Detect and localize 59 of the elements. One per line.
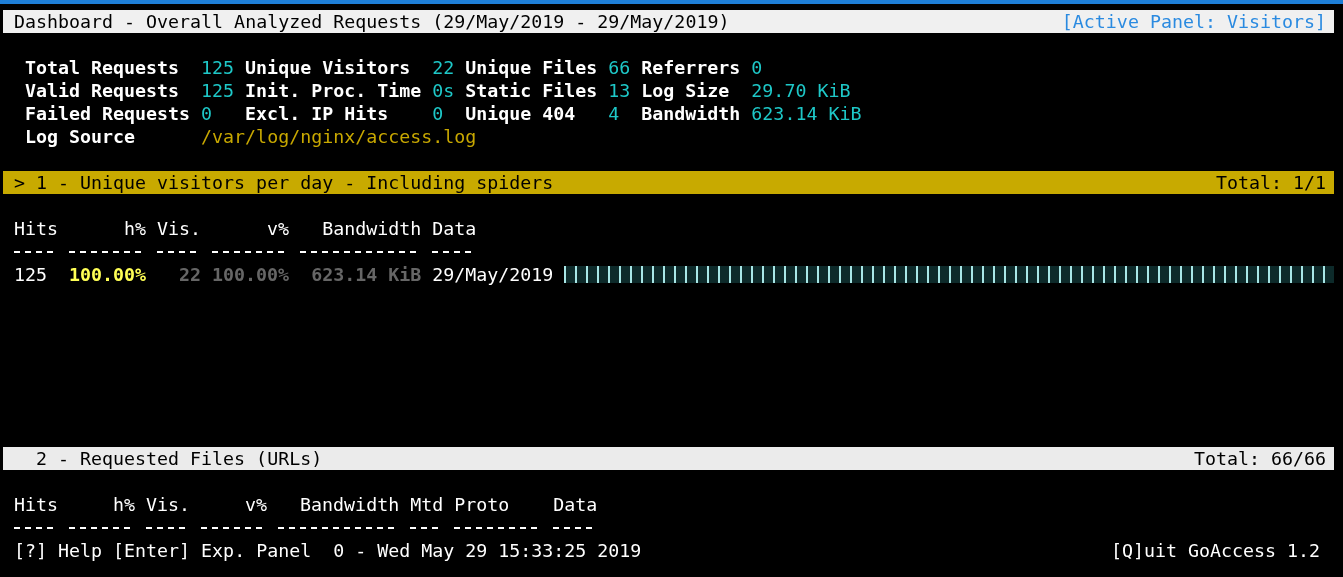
column-header: h% — [123, 217, 147, 240]
stat-value: 125 — [201, 56, 235, 79]
key-hint: [Enter] Exp. Panel — [113, 539, 312, 562]
panel-total: Total: 1/1 — [1215, 171, 1326, 194]
stat-label: Log Source — [25, 125, 136, 148]
panel-total: Total: 66/66 — [1193, 447, 1326, 470]
table-cell-text: 623.14 KiB — [310, 263, 422, 286]
column-header: v% — [244, 493, 268, 516]
stat-value: 66 — [608, 56, 631, 79]
table-cell: 100.00% — [69, 263, 147, 286]
stat-label: Referrers — [641, 56, 741, 79]
stat-label: Failed Requests — [25, 102, 191, 125]
key-hint: [?] Help — [14, 539, 103, 562]
stat-value: 0s — [432, 79, 455, 102]
column-header: Bandwidth — [321, 217, 422, 240]
table-cell-text: 125 — [14, 263, 49, 286]
log-source-path: /var/log/nginx/access.log — [201, 125, 477, 148]
stat-value: 4 — [608, 102, 620, 125]
panel-title: 1 - Unique visitors per day - Including spiders — [36, 171, 554, 194]
panel-header[interactable]: 2 - Requested Files (URLs) Total: 66/66 — [3, 447, 1334, 470]
table-cell: 100.00% — [212, 263, 290, 286]
stat-label: Valid Requests — [25, 79, 180, 102]
column-header: Bandwidth — [299, 493, 400, 516]
panel-header[interactable]: > 1 - Unique visitors per day - Including spiders Total: 1/1 — [3, 171, 1334, 194]
panel-title: 2 - Requested Files (URLs) — [36, 447, 323, 470]
stat-value: 125 — [201, 79, 235, 102]
table-cell-text: 22 — [178, 263, 202, 286]
stat-value: 29.70 KiB — [751, 79, 851, 102]
stat-label: Init. Proc. Time — [245, 79, 422, 102]
stat-label: Unique 404 — [465, 102, 576, 125]
stat-label: Total Requests — [25, 56, 180, 79]
column-header: h% — [112, 493, 136, 516]
column-header: Proto — [454, 493, 511, 516]
column-header: v% — [266, 217, 290, 240]
status-info: 0 - Wed May 29 15:33:25 2019 — [333, 539, 642, 562]
column-header: Vis. — [146, 493, 191, 516]
stat-value: 0 — [751, 56, 763, 79]
stat-value: 22 — [432, 56, 455, 79]
stat-label: Bandwidth — [641, 102, 741, 125]
dashboard-title: Dashboard - Overall Analyzed Requests (29/May/2019 - 29/May/2019) — [14, 10, 730, 33]
stat-value: 623.14 KiB — [751, 102, 862, 125]
panel-marker: > — [14, 171, 26, 194]
stat-label: Static Files — [465, 79, 598, 102]
table-cell: 29/May/2019 — [432, 263, 554, 286]
quit-hint: [Q]uit GoAccess 1.2 — [1110, 539, 1320, 562]
stat-label: Log Size — [641, 79, 730, 102]
stat-label: Unique Files — [465, 56, 598, 79]
column-header: Data — [432, 217, 477, 240]
stat-label: Unique Visitors — [245, 56, 411, 79]
column-header: Vis. — [157, 217, 202, 240]
stat-value: 0 — [432, 102, 444, 125]
column-header: Data — [553, 493, 598, 516]
stat-label: Excl. IP Hits — [245, 102, 389, 125]
column-header: Hits — [14, 217, 58, 240]
column-header: Hits — [14, 493, 58, 516]
column-header: Mtd — [410, 493, 444, 516]
stat-value: 0 — [201, 102, 213, 125]
stat-value: 13 — [608, 79, 631, 102]
active-panel-label: [Active Panel: Visitors] — [1061, 10, 1326, 33]
